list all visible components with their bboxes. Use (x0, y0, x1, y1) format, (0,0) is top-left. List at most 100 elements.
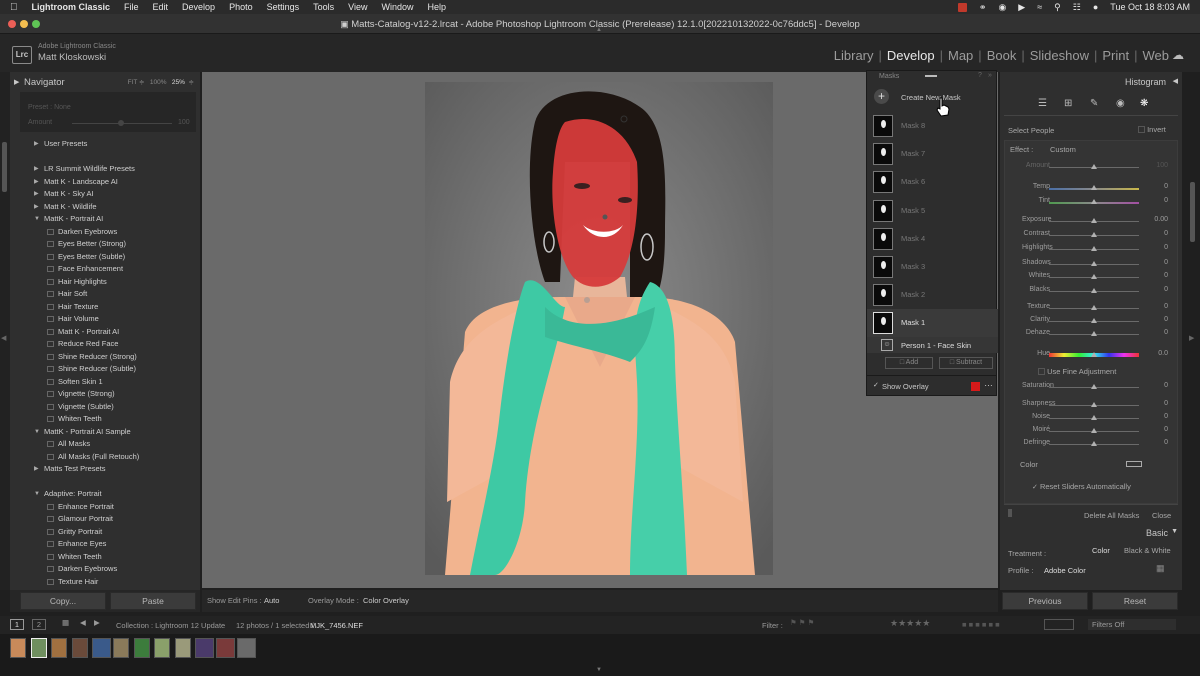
slider-knob[interactable] (1091, 288, 1097, 293)
menu-tools[interactable]: Tools (306, 2, 341, 12)
menu-edit[interactable]: Edit (146, 2, 176, 12)
mask-item[interactable]: Mask 4 (867, 225, 998, 253)
preset-folder[interactable]: ▶ Matts Test Presets (20, 463, 198, 476)
mask-item[interactable]: Mask 8 (867, 112, 998, 140)
use-fine-adjustment-checkbox[interactable]: Use Fine Adjustment (1038, 367, 1116, 376)
preset-folder[interactable]: ▼ MattK - Portrait AI Sample (20, 426, 198, 439)
filmstrip-thumbnail[interactable] (30, 638, 47, 658)
masks-grip[interactable] (925, 75, 937, 77)
more-options-icon[interactable]: … (984, 378, 993, 388)
navigator-collapse-icon[interactable]: ▶ (14, 74, 19, 92)
filmstrip-thumbnail[interactable] (236, 638, 256, 658)
navigator-header[interactable]: ▶ Navigator FIT ≑ 100% 25% ≑ (10, 74, 200, 92)
search-icon[interactable]: ⚲ (1054, 2, 1061, 13)
disclosure-closed-icon[interactable]: ▶ (34, 176, 39, 189)
preset-item[interactable]: Soften Skin 1 (20, 376, 198, 389)
masks-help-icon[interactable]: ? (978, 72, 982, 79)
slider-knob[interactable] (1091, 384, 1097, 389)
wifi-icon[interactable]: ≈ (1037, 2, 1042, 12)
mask-thumbnail[interactable] (873, 284, 893, 307)
menu-window[interactable]: Window (375, 2, 421, 12)
current-filename[interactable]: MJK_7456.NEF (310, 621, 363, 630)
preset-item[interactable]: Shine Reducer (Subtle) (20, 363, 198, 376)
plus-icon[interactable]: + (874, 89, 889, 104)
preset-item[interactable]: Face Enhancement (20, 263, 198, 276)
filmstrip-thumbnail[interactable] (154, 638, 171, 658)
slider-knob[interactable] (1091, 218, 1097, 223)
preset-folder[interactable]: ▼ MattK - Portrait AI (20, 213, 198, 226)
slider-value[interactable]: 0 (1150, 244, 1168, 251)
slider-value[interactable]: 0.00 (1150, 216, 1168, 223)
copy-button[interactable]: Copy... (20, 592, 106, 610)
mask-thumbnail[interactable] (873, 143, 893, 166)
slider-knob[interactable] (1091, 305, 1097, 310)
preset-folder[interactable]: ▶ Matt K - Sky AI (20, 188, 198, 201)
disclosure-closed-icon[interactable]: ▶ (34, 138, 39, 151)
back-arrow-icon[interactable]: ◀ (80, 618, 86, 627)
subtract-button[interactable]: □ Subtract (939, 357, 993, 369)
zoom-25[interactable]: 25% (172, 79, 185, 86)
slider-value[interactable]: 0 (1150, 259, 1168, 266)
profile-select[interactable]: Adobe Color (1044, 566, 1086, 575)
show-overlay-label[interactable]: Show Overlay (882, 382, 929, 391)
slider-value[interactable]: 0 (1150, 439, 1168, 446)
module-library[interactable]: Library (829, 48, 879, 63)
module-slideshow[interactable]: Slideshow (1025, 48, 1094, 63)
forward-arrow-icon[interactable]: ▶ (94, 618, 100, 627)
filmstrip-thumbnail[interactable] (71, 638, 88, 658)
mask-thumbnail[interactable] (873, 312, 893, 335)
preset-item[interactable]: Glamour Portrait (20, 513, 198, 526)
right-panel-collapse-icon[interactable]: ▶ (1189, 334, 1194, 342)
slider-knob[interactable] (1091, 415, 1097, 420)
color-label-filters[interactable]: ■ ■ ■ ■ ■ ■ (962, 620, 1000, 629)
add-button[interactable]: □ Add (885, 357, 933, 369)
slider-knob[interactable] (1091, 274, 1097, 279)
siri-icon[interactable]: ● (1093, 2, 1098, 12)
grid-icon[interactable]: ▦ (62, 618, 69, 627)
module-web[interactable]: Web (1138, 48, 1175, 63)
slider-knob[interactable] (1091, 261, 1097, 266)
basic-collapse-icon[interactable]: ▼ (1171, 528, 1178, 535)
histogram-collapse-icon[interactable]: ◀ (1173, 77, 1178, 85)
share-icon[interactable]: ☁ (1172, 48, 1184, 62)
treatment-color[interactable]: Color (1092, 546, 1110, 555)
edit-tool-icon[interactable]: ☰ (1038, 98, 1047, 109)
disclosure-open-icon[interactable]: ▼ (34, 213, 40, 226)
mask-component[interactable]: ☺ Person 1 - Face Skin (867, 337, 998, 353)
show-overlay-checkbox[interactable]: ✓ (873, 381, 879, 389)
preset-item[interactable]: Hair Soft (20, 288, 198, 301)
red-eye-tool-icon[interactable]: ◉ (1116, 98, 1125, 109)
disclosure-closed-icon[interactable]: ▶ (34, 463, 39, 476)
preset-item[interactable]: Vignette (Subtle) (20, 401, 198, 414)
left-panel-collapse-icon[interactable]: ◀ (1, 334, 6, 342)
filmstrip-thumbnail[interactable] (10, 638, 26, 658)
target-icon[interactable]: ◉ (998, 2, 1006, 13)
module-develop[interactable]: Develop (882, 48, 940, 63)
close-masks-button[interactable]: Close (1152, 511, 1171, 520)
creative-cloud-icon[interactable]: ⚭ (979, 2, 987, 13)
slider-value[interactable]: 0 (1150, 426, 1168, 433)
photo-preview[interactable] (425, 82, 773, 575)
slider-value[interactable]: 0 (1150, 183, 1168, 190)
apple-menu-icon[interactable]:  (0, 2, 25, 13)
profile-browser-icon[interactable]: ▦ (1156, 563, 1165, 574)
mask-item[interactable]: Mask 6 (867, 168, 998, 196)
navigator-amount-knob[interactable] (118, 120, 124, 126)
slider-knob[interactable] (1091, 441, 1097, 446)
preset-item[interactable]: Darken Eyebrows (20, 563, 198, 576)
mask-thumbnail[interactable] (873, 171, 893, 194)
preset-item[interactable]: Enhance Eyes (20, 538, 198, 551)
disclosure-open-icon[interactable]: ▼ (34, 488, 40, 501)
menu-develop[interactable]: Develop (175, 2, 222, 12)
slider-value[interactable]: 0 (1150, 286, 1168, 293)
minimize-window-button[interactable] (20, 20, 28, 28)
preset-folder[interactable]: ▶ User Presets (20, 138, 198, 151)
preset-item[interactable]: Vignette (Strong) (20, 388, 198, 401)
clock-text[interactable]: Tue Oct 18 8:03 AM (1110, 2, 1190, 12)
create-new-mask-row[interactable]: + Create New Mask (867, 86, 998, 110)
slider-value[interactable]: 0 (1150, 329, 1168, 336)
slider-knob[interactable] (1091, 246, 1097, 251)
mask-item[interactable]: Mask 3 (867, 253, 998, 281)
rating-filter-stars[interactable]: ★★★★★ (890, 618, 930, 629)
filmstrip-thumbnail[interactable] (113, 638, 129, 658)
